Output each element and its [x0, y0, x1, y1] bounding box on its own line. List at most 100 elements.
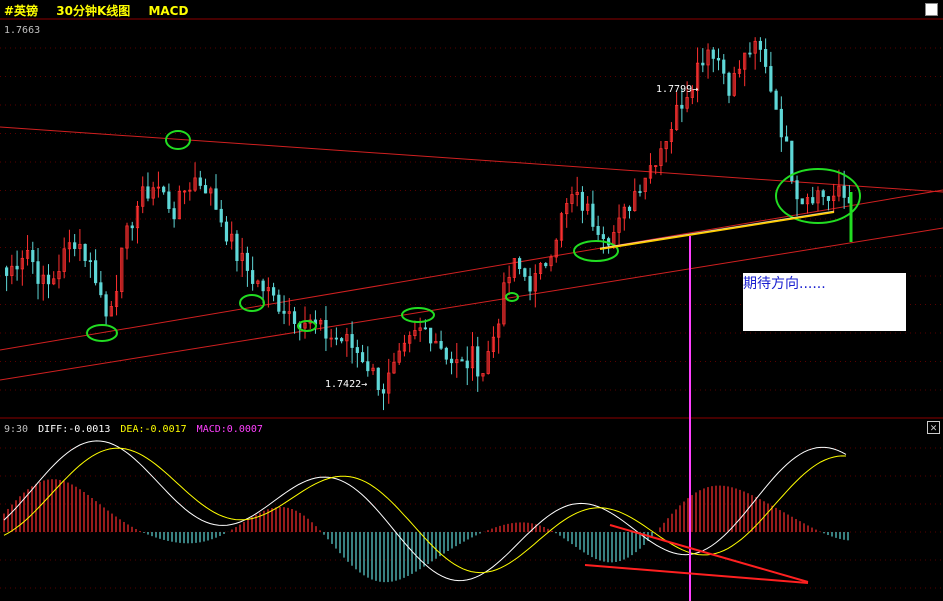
- candle-body: [31, 250, 35, 263]
- candlesticks: [5, 37, 851, 411]
- candle-body: [172, 208, 176, 220]
- candle-body: [460, 359, 464, 362]
- candle-body: [711, 49, 715, 59]
- candle-body: [716, 57, 721, 61]
- candle-body: [842, 185, 846, 198]
- candle-body: [680, 104, 684, 109]
- candle-body: [800, 198, 804, 205]
- pattern-circle: [239, 294, 265, 312]
- macd-diff: DIFF:-0.0013: [38, 424, 111, 435]
- candle-body: [544, 263, 548, 267]
- candle-body: [167, 191, 171, 209]
- candle-body: [282, 310, 286, 314]
- candle-body: [130, 225, 134, 229]
- candle-body: [580, 191, 585, 211]
- candle-body: [821, 190, 825, 197]
- candle-body: [774, 90, 778, 110]
- low-price-label: 1.7422→: [325, 379, 368, 390]
- candle-body: [826, 196, 831, 201]
- candle-body: [449, 358, 454, 364]
- candle-body: [528, 276, 532, 292]
- candle-body: [198, 177, 202, 186]
- candle-body: [350, 334, 354, 348]
- candle-body: [36, 261, 40, 284]
- candle-body: [214, 188, 218, 210]
- candle-body: [429, 327, 433, 344]
- candle-body: [376, 367, 380, 390]
- candle-body: [83, 243, 87, 262]
- divergence-line-bottom: [584, 564, 809, 584]
- candle-body: [46, 274, 51, 285]
- candle-body: [224, 221, 229, 242]
- window-control-icon[interactable]: [925, 3, 938, 16]
- candle-body: [251, 270, 255, 284]
- candle-body: [355, 347, 359, 353]
- macd-time: 9:30: [4, 424, 29, 435]
- candle-body: [439, 341, 443, 349]
- symbol-label: #英镑: [4, 4, 39, 18]
- candle-body: [727, 72, 731, 96]
- candle-body: [73, 242, 77, 249]
- candle-body: [277, 294, 281, 312]
- candle-body: [638, 191, 642, 193]
- support-line: [599, 211, 835, 250]
- candle-body: [779, 108, 783, 138]
- candle-body: [381, 389, 386, 394]
- candle-body: [465, 360, 469, 369]
- candle-body: [769, 66, 773, 92]
- macd-panel: [3, 440, 849, 583]
- candle-body: [340, 338, 344, 342]
- candle-body: [722, 59, 726, 74]
- candle-body: [271, 287, 276, 296]
- candle-body: [366, 361, 370, 372]
- candle-body: [476, 346, 480, 377]
- candle-body: [444, 347, 448, 360]
- candle-body: [334, 337, 338, 340]
- candle-body: [784, 136, 789, 142]
- candle-body: [99, 282, 103, 296]
- macd-dea: DEA:-0.0017: [120, 424, 187, 435]
- candle-body: [518, 258, 522, 270]
- candle-body: [88, 260, 92, 263]
- macd-readout: 9:30 DIFF:-0.0013 DEA:-0.0017 MACD:0.000…: [4, 424, 267, 435]
- candle-body: [795, 180, 799, 200]
- candle-body: [261, 280, 265, 292]
- macd-value: MACD:0.0007: [196, 424, 263, 435]
- indicator-label[interactable]: MACD: [148, 4, 188, 18]
- candle-body: [601, 234, 605, 239]
- support-line-highlight: [599, 210, 835, 249]
- candle-body: [5, 267, 9, 276]
- period-label[interactable]: 30分钟K线图: [56, 4, 130, 18]
- candle-body: [811, 197, 815, 204]
- candle-body: [146, 186, 150, 199]
- pattern-circle: [401, 307, 435, 323]
- candle-body: [764, 49, 768, 67]
- candle-body: [203, 185, 208, 194]
- candle-body: [748, 52, 752, 55]
- candle-body: [15, 265, 19, 270]
- candle-body: [94, 260, 98, 284]
- candle-body: [591, 203, 595, 227]
- expected-direction-note: 期待方向......: [743, 273, 906, 331]
- note-text: 期待方向......: [743, 276, 826, 292]
- high-price-label: 1.7799→: [656, 84, 699, 95]
- candle-body: [245, 252, 250, 271]
- candle-body: [627, 206, 632, 212]
- price-axis-top: 1.7663: [4, 25, 41, 36]
- candle-body: [423, 327, 427, 330]
- candle-body: [104, 294, 108, 317]
- trend-lines: [0, 126, 943, 381]
- candle-body: [292, 311, 297, 324]
- candle-body: [235, 233, 239, 261]
- candle-body: [162, 186, 166, 193]
- candle-body: [701, 62, 705, 66]
- candle-body: [324, 320, 328, 339]
- candle-body: [219, 208, 223, 223]
- divergence-line-top: [609, 524, 809, 583]
- upper-trendline: [0, 126, 943, 193]
- candle-body: [523, 268, 527, 277]
- candle-body: [758, 40, 762, 50]
- chart-header: #英镑 30分钟K线图 MACD: [4, 2, 202, 19]
- candle-body: [596, 226, 600, 235]
- close-icon[interactable]: ✕: [927, 421, 940, 434]
